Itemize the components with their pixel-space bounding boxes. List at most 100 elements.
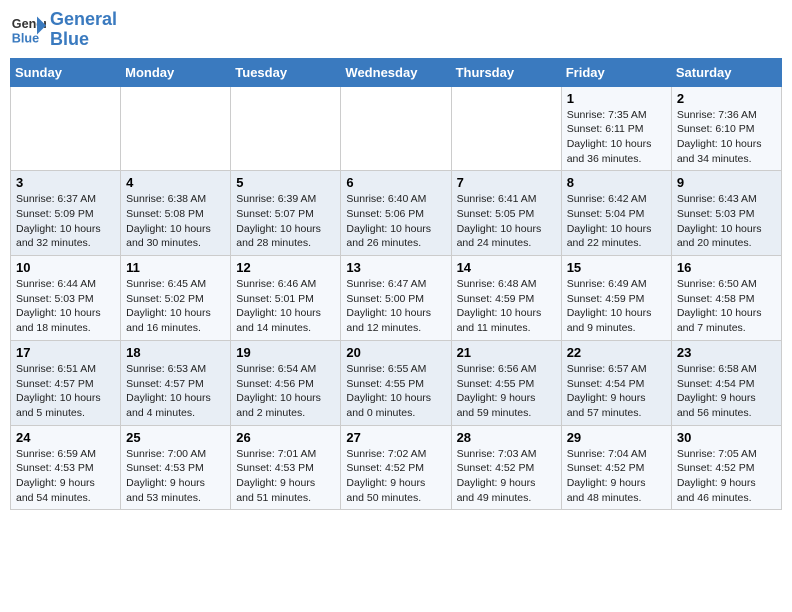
day-number: 3 bbox=[16, 175, 115, 190]
calendar-week-row: 17 Sunrise: 6:51 AM Sunset: 4:57 PM Dayli… bbox=[11, 340, 782, 425]
calendar-day-cell: 6 Sunrise: 6:40 AM Sunset: 5:06 PM Daylig… bbox=[341, 171, 451, 256]
calendar-day-cell: 26Sunrise: 7:01 AM Sunset: 4:53 PM Dayli… bbox=[231, 425, 341, 510]
day-number: 11 bbox=[126, 260, 225, 275]
day-info: Sunrise: 6:59 AM Sunset: 4:53 PM Dayligh… bbox=[16, 447, 115, 506]
day-info: Sunrise: 6:48 AM Sunset: 4:59 PM Dayligh… bbox=[457, 277, 556, 336]
day-number: 12 bbox=[236, 260, 335, 275]
day-info: Sunrise: 6:40 AM Sunset: 5:06 PM Dayligh… bbox=[346, 192, 445, 251]
calendar-day-cell: 1 Sunrise: 7:35 AM Sunset: 6:11 PM Daylig… bbox=[561, 86, 671, 171]
calendar-day-cell: 25 Sunrise: 7:00 AM Sunset: 4:53 PM Dayli… bbox=[121, 425, 231, 510]
day-number: 4 bbox=[126, 175, 225, 190]
day-info: Sunrise: 6:37 AM Sunset: 5:09 PM Dayligh… bbox=[16, 192, 115, 251]
calendar-day-cell: 3 Sunrise: 6:37 AM Sunset: 5:09 PM Daylig… bbox=[11, 171, 121, 256]
weekday-header-sunday: Sunday bbox=[11, 58, 121, 86]
logo-text: GeneralBlue bbox=[50, 10, 117, 50]
calendar-day-cell: 7 Sunrise: 6:41 AM Sunset: 5:05 PM Daylig… bbox=[451, 171, 561, 256]
weekday-header-row: SundayMondayTuesdayWednesdayThursdayFrid… bbox=[11, 58, 782, 86]
day-number: 6 bbox=[346, 175, 445, 190]
calendar-table: SundayMondayTuesdayWednesdayThursdayFrid… bbox=[10, 58, 782, 511]
calendar-day-cell: 4 Sunrise: 6:38 AM Sunset: 5:08 PM Daylig… bbox=[121, 171, 231, 256]
day-info: Sunrise: 6:44 AM Sunset: 5:03 PM Dayligh… bbox=[16, 277, 115, 336]
weekday-header-monday: Monday bbox=[121, 58, 231, 86]
calendar-day-cell: 11 Sunrise: 6:45 AM Sunset: 5:02 PM Dayli… bbox=[121, 256, 231, 341]
day-info: Sunrise: 6:45 AM Sunset: 5:02 PM Dayligh… bbox=[126, 277, 225, 336]
empty-cell bbox=[11, 86, 121, 171]
calendar-day-cell: 13 Sunrise: 6:47 AM Sunset: 5:00 PM Dayli… bbox=[341, 256, 451, 341]
calendar-day-cell: 27Sunrise: 7:02 AM Sunset: 4:52 PM Dayli… bbox=[341, 425, 451, 510]
calendar-day-cell: 12Sunrise: 6:46 AM Sunset: 5:01 PM Dayli… bbox=[231, 256, 341, 341]
weekday-header-wednesday: Wednesday bbox=[341, 58, 451, 86]
day-info: Sunrise: 6:55 AM Sunset: 4:55 PM Dayligh… bbox=[346, 362, 445, 421]
day-info: Sunrise: 6:54 AM Sunset: 4:56 PM Dayligh… bbox=[236, 362, 335, 421]
calendar-day-cell: 14 Sunrise: 6:48 AM Sunset: 4:59 PM Dayli… bbox=[451, 256, 561, 341]
calendar-week-row: 24 Sunrise: 6:59 AM Sunset: 4:53 PM Dayli… bbox=[11, 425, 782, 510]
day-number: 5 bbox=[236, 175, 335, 190]
day-number: 1 bbox=[567, 91, 666, 106]
calendar-day-cell: 22 Sunrise: 6:57 AM Sunset: 4:54 PM Dayli… bbox=[561, 340, 671, 425]
calendar-day-cell: 8 Sunrise: 6:42 AM Sunset: 5:04 PM Daylig… bbox=[561, 171, 671, 256]
day-info: Sunrise: 6:41 AM Sunset: 5:05 PM Dayligh… bbox=[457, 192, 556, 251]
day-number: 24 bbox=[16, 430, 115, 445]
day-number: 13 bbox=[346, 260, 445, 275]
day-number: 22 bbox=[567, 345, 666, 360]
calendar-day-cell: 19 Sunrise: 6:54 AM Sunset: 4:56 PM Dayli… bbox=[231, 340, 341, 425]
day-number: 19 bbox=[236, 345, 335, 360]
day-info: Sunrise: 7:02 AM Sunset: 4:52 PM Dayligh… bbox=[346, 447, 445, 506]
page-header: General Blue GeneralBlue bbox=[10, 10, 782, 50]
empty-cell bbox=[231, 86, 341, 171]
day-info: Sunrise: 6:38 AM Sunset: 5:08 PM Dayligh… bbox=[126, 192, 225, 251]
calendar-day-cell: 24 Sunrise: 6:59 AM Sunset: 4:53 PM Dayli… bbox=[11, 425, 121, 510]
calendar-day-cell: 2 Sunrise: 7:36 AM Sunset: 6:10 PM Daylig… bbox=[671, 86, 781, 171]
weekday-header-saturday: Saturday bbox=[671, 58, 781, 86]
svg-text:Blue: Blue bbox=[12, 31, 39, 45]
weekday-header-friday: Friday bbox=[561, 58, 671, 86]
day-info: Sunrise: 6:50 AM Sunset: 4:58 PM Dayligh… bbox=[677, 277, 776, 336]
logo: General Blue GeneralBlue bbox=[10, 10, 117, 50]
calendar-day-cell: 16 Sunrise: 6:50 AM Sunset: 4:58 PM Dayli… bbox=[671, 256, 781, 341]
calendar-day-cell: 23Sunrise: 6:58 AM Sunset: 4:54 PM Dayli… bbox=[671, 340, 781, 425]
day-number: 15 bbox=[567, 260, 666, 275]
day-info: Sunrise: 6:53 AM Sunset: 4:57 PM Dayligh… bbox=[126, 362, 225, 421]
calendar-week-row: 1 Sunrise: 7:35 AM Sunset: 6:11 PM Daylig… bbox=[11, 86, 782, 171]
calendar-week-row: 10 Sunrise: 6:44 AM Sunset: 5:03 PM Dayli… bbox=[11, 256, 782, 341]
day-number: 10 bbox=[16, 260, 115, 275]
calendar-week-row: 3 Sunrise: 6:37 AM Sunset: 5:09 PM Daylig… bbox=[11, 171, 782, 256]
day-number: 18 bbox=[126, 345, 225, 360]
calendar-day-cell: 21 Sunrise: 6:56 AM Sunset: 4:55 PM Dayli… bbox=[451, 340, 561, 425]
day-number: 7 bbox=[457, 175, 556, 190]
empty-cell bbox=[451, 86, 561, 171]
day-number: 25 bbox=[126, 430, 225, 445]
day-info: Sunrise: 7:03 AM Sunset: 4:52 PM Dayligh… bbox=[457, 447, 556, 506]
day-info: Sunrise: 6:49 AM Sunset: 4:59 PM Dayligh… bbox=[567, 277, 666, 336]
day-number: 28 bbox=[457, 430, 556, 445]
calendar-day-cell: 20Sunrise: 6:55 AM Sunset: 4:55 PM Dayli… bbox=[341, 340, 451, 425]
calendar-day-cell: 28 Sunrise: 7:03 AM Sunset: 4:52 PM Dayli… bbox=[451, 425, 561, 510]
day-info: Sunrise: 6:51 AM Sunset: 4:57 PM Dayligh… bbox=[16, 362, 115, 421]
day-info: Sunrise: 6:39 AM Sunset: 5:07 PM Dayligh… bbox=[236, 192, 335, 251]
day-number: 9 bbox=[677, 175, 776, 190]
day-info: Sunrise: 7:36 AM Sunset: 6:10 PM Dayligh… bbox=[677, 108, 776, 167]
day-number: 21 bbox=[457, 345, 556, 360]
day-info: Sunrise: 7:05 AM Sunset: 4:52 PM Dayligh… bbox=[677, 447, 776, 506]
day-number: 14 bbox=[457, 260, 556, 275]
day-info: Sunrise: 6:42 AM Sunset: 5:04 PM Dayligh… bbox=[567, 192, 666, 251]
day-info: Sunrise: 7:00 AM Sunset: 4:53 PM Dayligh… bbox=[126, 447, 225, 506]
day-info: Sunrise: 6:47 AM Sunset: 5:00 PM Dayligh… bbox=[346, 277, 445, 336]
empty-cell bbox=[121, 86, 231, 171]
calendar-day-cell: 5 Sunrise: 6:39 AM Sunset: 5:07 PM Daylig… bbox=[231, 171, 341, 256]
calendar-day-cell: 18 Sunrise: 6:53 AM Sunset: 4:57 PM Dayli… bbox=[121, 340, 231, 425]
day-info: Sunrise: 6:57 AM Sunset: 4:54 PM Dayligh… bbox=[567, 362, 666, 421]
calendar-day-cell: 10 Sunrise: 6:44 AM Sunset: 5:03 PM Dayli… bbox=[11, 256, 121, 341]
day-info: Sunrise: 7:35 AM Sunset: 6:11 PM Dayligh… bbox=[567, 108, 666, 167]
empty-cell bbox=[341, 86, 451, 171]
day-number: 8 bbox=[567, 175, 666, 190]
calendar-day-cell: 29Sunrise: 7:04 AM Sunset: 4:52 PM Dayli… bbox=[561, 425, 671, 510]
logo-icon: General Blue bbox=[10, 12, 46, 48]
day-number: 23 bbox=[677, 345, 776, 360]
day-number: 17 bbox=[16, 345, 115, 360]
day-info: Sunrise: 6:56 AM Sunset: 4:55 PM Dayligh… bbox=[457, 362, 556, 421]
calendar-day-cell: 17 Sunrise: 6:51 AM Sunset: 4:57 PM Dayli… bbox=[11, 340, 121, 425]
day-info: Sunrise: 7:04 AM Sunset: 4:52 PM Dayligh… bbox=[567, 447, 666, 506]
day-number: 16 bbox=[677, 260, 776, 275]
day-number: 2 bbox=[677, 91, 776, 106]
